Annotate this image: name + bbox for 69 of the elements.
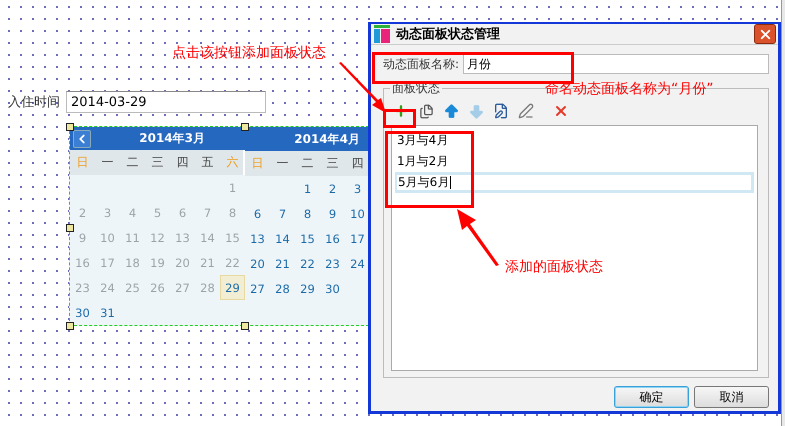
resize-handle[interactable]	[241, 123, 249, 131]
state-list-item[interactable]: 3月与4月	[395, 130, 754, 151]
previous-month-button[interactable]	[73, 130, 91, 148]
copy-icon	[418, 104, 434, 118]
window-title: 动态面板状态管理	[396, 26, 501, 43]
calendar-day[interactable]: 7	[270, 201, 295, 226]
text-cursor	[450, 176, 452, 189]
calendar-day[interactable]: 21	[270, 251, 295, 276]
calendar-day[interactable]: 17	[345, 226, 368, 251]
state-list-item[interactable]: 1月与2月	[395, 151, 754, 172]
item-text: 5月与6月	[398, 174, 450, 191]
highlight-box	[383, 109, 416, 128]
delete-icon	[553, 103, 569, 119]
field-label: 动态面板名称:	[383, 56, 460, 72]
month-title: 2014年3月	[139, 130, 205, 147]
resize-handle[interactable]	[66, 224, 74, 232]
document-pen-icon	[493, 103, 509, 119]
weekday-label: 一	[276, 155, 290, 172]
close-button[interactable]	[754, 24, 776, 44]
calendar-day[interactable]: 24	[345, 251, 368, 276]
calendar-day[interactable]: 31	[95, 300, 120, 325]
calendar-day[interactable]: 9	[320, 201, 345, 226]
resize-handle[interactable]	[241, 322, 249, 330]
weekday-label: 日	[250, 155, 264, 172]
arrow-down-icon	[468, 102, 484, 120]
calendar-day[interactable]: 23	[320, 251, 345, 276]
weekday-label: 四	[350, 155, 364, 172]
weekday-label: 二	[300, 155, 314, 172]
dialog-button[interactable]: 确定	[614, 386, 689, 408]
annotation-text: 添加的面板状态	[505, 258, 603, 276]
calendar-day[interactable]: 27	[245, 276, 270, 301]
calendar-day[interactable]: 30	[320, 276, 345, 301]
weekday-label: 日	[76, 154, 90, 171]
edit-all-button[interactable]	[516, 102, 536, 120]
arrow-up-icon	[442, 102, 460, 120]
calendar-day[interactable]: 29	[220, 275, 245, 300]
weekday-label: 二	[126, 154, 140, 171]
field-label: 入住时间	[8, 94, 60, 111]
weekday-label: 五	[200, 154, 214, 171]
pen-icon	[518, 103, 534, 119]
weekday-label: 四	[176, 154, 190, 171]
weekday-label: 三	[326, 155, 340, 172]
calendar-day[interactable]: 29	[295, 276, 320, 301]
month-title: 2014年4月	[294, 130, 360, 148]
calendar-day[interactable]: 16	[320, 226, 345, 251]
calendar-day[interactable]: 15	[295, 226, 320, 251]
calendar-day[interactable]: 6	[245, 201, 270, 226]
weekday-label: 六	[226, 154, 240, 171]
weekday-label: 三	[150, 154, 164, 171]
calendar-day[interactable]: 13	[245, 226, 270, 251]
weekday-label: 一	[100, 154, 114, 171]
date-input-field[interactable]: 2014-03-29	[66, 91, 266, 113]
calendar-day[interactable]: 14	[270, 226, 295, 251]
calendar-day[interactable]: 20	[245, 251, 270, 276]
app-logo-icon	[374, 25, 390, 43]
annotation-arrow	[456, 208, 500, 266]
calendar-day[interactable]: 28	[270, 276, 295, 301]
dialog-button[interactable]: 取消	[694, 386, 769, 408]
name-input-field[interactable]: 月份	[463, 54, 769, 74]
calendar-day[interactable]: 30	[70, 300, 95, 325]
calendar-day[interactable]: 22	[295, 251, 320, 276]
resize-handle[interactable]	[66, 322, 74, 330]
calendar-day[interactable]: 10	[345, 201, 368, 226]
calendar-day[interactable]: 3	[345, 176, 368, 201]
calendar-day[interactable]: 2	[320, 176, 345, 201]
calendar-day[interactable]: 1	[295, 176, 320, 201]
annotation-text: 点击该按钮添加面板状态	[172, 44, 326, 62]
resize-handle[interactable]	[66, 123, 74, 131]
calendar-day[interactable]: 8	[295, 201, 320, 226]
